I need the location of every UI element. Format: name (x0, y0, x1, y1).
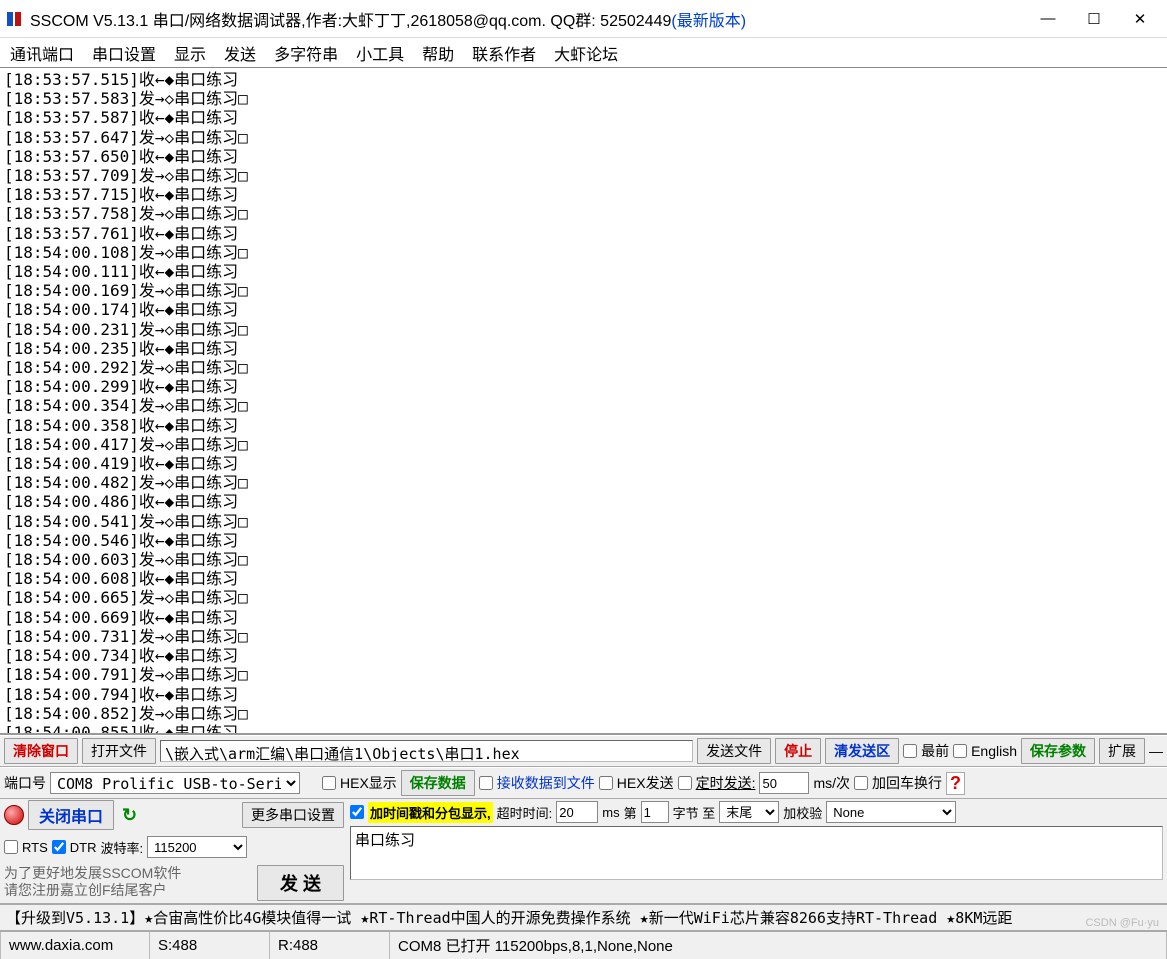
checksum-label: 加校验 (783, 803, 822, 822)
maximize-button[interactable]: ☐ (1071, 3, 1117, 35)
menu-item-0[interactable]: 通讯端口 (10, 41, 74, 65)
menu-item-3[interactable]: 发送 (224, 41, 256, 65)
timed-send-checkbox[interactable] (678, 776, 692, 790)
watermark: CSDN @Fu·yu (1085, 917, 1159, 929)
stop-button[interactable]: 停止 (775, 738, 821, 764)
timestamp-label: 加时间戳和分包显示, (368, 802, 493, 823)
interval-input[interactable] (759, 772, 809, 794)
status-conn: COM8 已打开 115200bps,8,1,None,None (390, 932, 1167, 959)
rts-checkbox[interactable] (4, 840, 18, 854)
english-label: English (971, 743, 1017, 759)
timeout-unit: ms (602, 805, 619, 820)
window-title: SSCOM V5.13.1 串口/网络数据调试器,作者:大虾丁丁,2618058… (30, 7, 1025, 31)
receive-log[interactable]: [18:53:57.515]收←◆串口练习 [18:53:57.583]发→◇串… (0, 68, 1167, 735)
menu-item-6[interactable]: 帮助 (422, 41, 454, 65)
send-textarea[interactable]: 串口练习 (350, 826, 1163, 880)
titlebar: SSCOM V5.13.1 串口/网络数据调试器,作者:大虾丁丁,2618058… (0, 0, 1167, 38)
interval-unit: ms/次 (813, 773, 850, 793)
toolbar-row-3: 关闭串口 ↻ 更多串口设置 RTS DTR 波特率: 115200 为了更好地发… (0, 799, 1167, 904)
clear-send-button[interactable]: 清发送区 (825, 738, 899, 764)
byte-label-2: 字节 至 (673, 803, 716, 822)
status-led-icon (4, 805, 24, 825)
clear-window-button[interactable]: 清除窗口 (4, 738, 78, 764)
extend-button[interactable]: 扩展 (1099, 738, 1145, 764)
refresh-icon[interactable]: ↻ (118, 805, 141, 826)
checksum-select[interactable]: None (826, 801, 956, 823)
timed-send-label: 定时发送: (696, 773, 756, 793)
crlf-checkbox[interactable] (854, 776, 868, 790)
menu-item-4[interactable]: 多字符串 (274, 41, 338, 65)
crlf-label: 加回车换行 (872, 773, 942, 793)
baud-select[interactable]: 115200 (147, 836, 247, 858)
title-suffix: (最新版本) (671, 13, 746, 30)
topmost-checkbox[interactable] (903, 744, 917, 758)
promo-line2: 请您注册嘉立创F结尾客户 (4, 882, 253, 899)
timeout-label: 超时时间: (497, 803, 553, 822)
dtr-label: DTR (70, 840, 97, 855)
help-icon[interactable]: ? (946, 772, 965, 795)
byte-to-select[interactable]: 末尾 (719, 801, 779, 823)
promo-line1: 为了更好地发展SSCOM软件 (4, 865, 253, 882)
toolbar-row-1: 清除窗口 打开文件 \嵌入式\arm汇编\串口通信1\Objects\串口1.h… (0, 735, 1167, 767)
recv-to-file-label: 接收数据到文件 (497, 773, 595, 793)
baud-label: 波特率: (100, 838, 143, 857)
hex-display-checkbox[interactable] (322, 776, 336, 790)
menu-item-1[interactable]: 串口设置 (92, 41, 156, 65)
port-label: 端口号 (4, 773, 46, 793)
close-port-button[interactable]: 关闭串口 (28, 800, 114, 830)
statusbar: www.daxia.com S:488 R:488 COM8 已打开 11520… (0, 931, 1167, 959)
left-controls: 关闭串口 ↻ 更多串口设置 RTS DTR 波特率: 115200 为了更好地发… (4, 801, 344, 901)
recv-to-file-checkbox[interactable] (479, 776, 493, 790)
timeout-input[interactable] (556, 801, 598, 823)
send-button[interactable]: 发 送 (257, 865, 344, 901)
send-file-button[interactable]: 发送文件 (697, 738, 771, 764)
title-main: SSCOM V5.13.1 串口/网络数据调试器,作者:大虾丁丁,2618058… (30, 13, 671, 30)
menu-item-2[interactable]: 显示 (174, 41, 206, 65)
topmost-label: 最前 (921, 741, 949, 761)
extend-arrow: — (1149, 743, 1163, 759)
menubar: 通讯端口串口设置显示发送多字符串小工具帮助联系作者大虾论坛 (0, 38, 1167, 68)
rts-label: RTS (22, 840, 48, 855)
minimize-button[interactable]: — (1025, 3, 1071, 35)
dtr-checkbox[interactable] (52, 840, 66, 854)
byte-from-input[interactable] (641, 801, 669, 823)
hex-send-label: HEX发送 (617, 773, 674, 793)
timestamp-checkbox[interactable] (350, 805, 364, 819)
toolbar-row-2: 端口号 COM8 Prolific USB-to-Seria HEX显示 保存数… (0, 767, 1167, 799)
window-controls: — ☐ ✕ (1025, 3, 1163, 35)
byte-label-1: 第 (624, 803, 637, 822)
ad-banner[interactable]: 【升级到V5.13.1】★合宙高性价比4G模块值得一试 ★RT-Thread中国… (0, 904, 1167, 931)
save-data-button[interactable]: 保存数据 (401, 770, 475, 796)
menu-item-8[interactable]: 大虾论坛 (554, 41, 618, 65)
app-icon (4, 9, 24, 29)
more-settings-button[interactable]: 更多串口设置 (242, 802, 344, 828)
hex-display-label: HEX显示 (340, 773, 397, 793)
close-button[interactable]: ✕ (1117, 3, 1163, 35)
save-params-button[interactable]: 保存参数 (1021, 738, 1095, 764)
status-recv: R:488 (270, 932, 390, 959)
open-file-button[interactable]: 打开文件 (82, 738, 156, 764)
status-sent: S:488 (150, 932, 270, 959)
status-url[interactable]: www.daxia.com (0, 932, 150, 959)
hex-send-checkbox[interactable] (599, 776, 613, 790)
menu-item-7[interactable]: 联系作者 (472, 41, 536, 65)
promo-text: 为了更好地发展SSCOM软件 请您注册嘉立创F结尾客户 (4, 865, 253, 899)
menu-item-5[interactable]: 小工具 (356, 41, 404, 65)
english-checkbox[interactable] (953, 744, 967, 758)
file-path-display: \嵌入式\arm汇编\串口通信1\Objects\串口1.hex (160, 740, 693, 762)
port-select[interactable]: COM8 Prolific USB-to-Seria (50, 772, 300, 794)
